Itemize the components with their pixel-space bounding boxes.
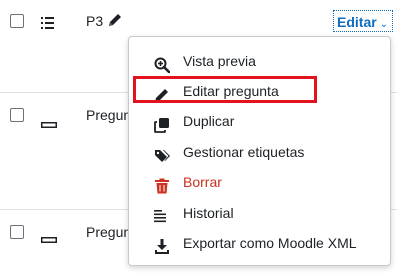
shortanswer-icon: [41, 230, 57, 248]
multichoice-icon: [41, 16, 55, 34]
edit-name-pencil-icon[interactable]: [107, 12, 123, 33]
menu-item-label: Gestionar etiquetas: [183, 144, 305, 160]
row-select-checkbox[interactable]: [10, 108, 24, 122]
history-icon: [154, 206, 170, 223]
menu-item-edit-question[interactable]: Editar pregunta: [129, 77, 390, 105]
menu-item-label: Editar pregunta: [183, 83, 279, 99]
menu-item-export-xml[interactable]: Exportar como Moodle XML: [129, 229, 390, 257]
menu-item-label: Exportar como Moodle XML: [183, 235, 357, 251]
menu-item-label: Vista previa: [183, 53, 256, 69]
row-select-checkbox[interactable]: [10, 14, 24, 28]
edit-dropdown-menu: Vista previa Editar pregunta Duplicar Ge…: [128, 36, 391, 266]
question-name: P3: [86, 13, 104, 29]
download-icon: [154, 236, 170, 254]
menu-item-label: Duplicar: [183, 113, 235, 129]
question-name: Pregun: [86, 107, 132, 123]
edit-menu-label: Editar: [337, 14, 377, 30]
menu-item-preview[interactable]: Vista previa: [129, 47, 390, 75]
menu-item-history[interactable]: Historial: [129, 199, 390, 227]
chevron-down-icon: ⌄: [379, 19, 389, 30]
copy-icon: [154, 114, 170, 133]
trash-icon: [154, 175, 170, 194]
menu-item-label: Borrar: [183, 174, 222, 190]
menu-item-duplicate[interactable]: Duplicar: [129, 107, 390, 135]
row-select-checkbox[interactable]: [10, 225, 24, 239]
edit-menu-button[interactable]: Editar ⌄: [333, 10, 393, 32]
menu-item-label: Historial: [183, 205, 234, 221]
zoom-in-icon: [154, 54, 171, 74]
shortanswer-icon: [41, 115, 57, 133]
tag-icon: [154, 145, 170, 162]
question-name: Pregun: [86, 224, 132, 240]
pencil-icon: [154, 84, 170, 102]
menu-item-delete[interactable]: Borrar: [129, 168, 390, 196]
menu-item-manage-tags[interactable]: Gestionar etiquetas: [129, 138, 390, 166]
